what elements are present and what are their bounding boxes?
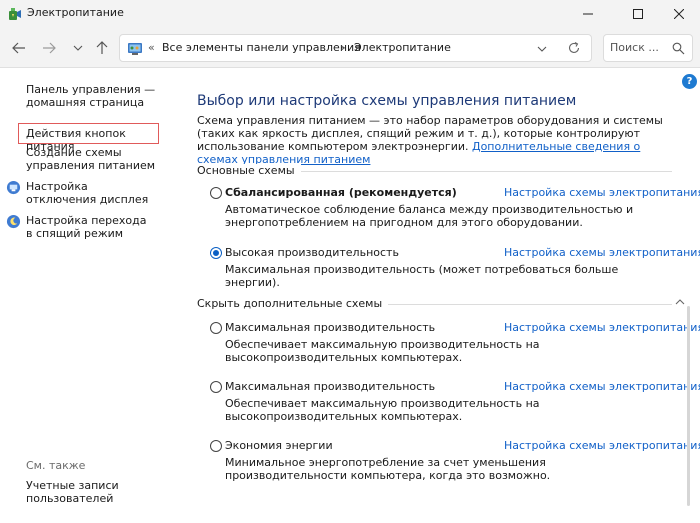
close-button[interactable] (656, 0, 700, 28)
back-button[interactable] (10, 39, 28, 57)
plan-description: Минимальное энергопотребление за счет ум… (225, 456, 551, 482)
group-hidden-label[interactable]: Скрыть дополнительные схемы (197, 297, 389, 310)
plan-description: Обеспечивает максимальную производительн… (225, 338, 540, 364)
plan-description: Обеспечивает максимальную производительн… (225, 397, 540, 423)
plan-description: Автоматическое соблюдение баланса между … (225, 203, 634, 229)
plan-name[interactable]: Максимальная производительность (225, 380, 435, 393)
window-title: Электропитание (27, 6, 124, 19)
search-placeholder: Поиск ... (610, 41, 659, 54)
breadcrumb-overflow[interactable]: « (148, 41, 155, 54)
chevron-up-icon[interactable] (673, 296, 687, 308)
plan-settings-link[interactable]: Настройка схемы электропитания (504, 439, 700, 452)
up-button[interactable] (93, 39, 111, 57)
vertical-scrollbar[interactable] (687, 306, 690, 506)
plan-settings-link[interactable]: Настройка схемы электропитания (504, 246, 700, 259)
plan-name[interactable]: Максимальная производительность (225, 321, 435, 334)
plan-settings-link[interactable]: Настройка схемы электропитания (504, 186, 700, 199)
group-header-main: Основные схемы (197, 164, 672, 178)
sidebar-user-accounts-link[interactable]: Учетные записи пользователей (26, 479, 136, 505)
plan-name[interactable]: Экономия энергии (225, 439, 333, 452)
plan-radio-ultimate-1[interactable] (210, 322, 222, 334)
plan-radio-power-saver[interactable] (210, 440, 222, 452)
plan-description: Максимальная производительность (может п… (225, 263, 619, 289)
sidebar: Панель управления — домашняя страница Де… (0, 69, 178, 523)
forward-button[interactable] (40, 39, 58, 57)
sidebar-home-link[interactable]: Панель управления — домашняя страница (26, 83, 156, 109)
arrow-up-icon (96, 41, 108, 54)
maximize-icon (633, 9, 643, 19)
arrow-right-icon (43, 42, 56, 54)
close-icon (674, 9, 684, 19)
refresh-icon[interactable] (567, 41, 581, 55)
sidebar-sleep-link[interactable]: Настройка перехода в спящий режим (26, 214, 156, 240)
plan-name[interactable]: Сбалансированная (рекомендуется) (225, 186, 457, 199)
minimize-icon (583, 13, 593, 15)
plan-settings-link[interactable]: Настройка схемы электропитания (504, 321, 700, 334)
sidebar-display-off-link[interactable]: Настройка отключения дисплея (26, 180, 156, 206)
breadcrumb-power-options[interactable]: Электропитание (354, 41, 451, 54)
search-box[interactable]: Поиск ... (603, 34, 693, 62)
minimize-button[interactable] (565, 0, 611, 28)
breadcrumb-separator[interactable]: › (341, 41, 345, 54)
shield-icon (6, 180, 21, 195)
arrow-left-icon (12, 42, 25, 54)
chevron-down-icon[interactable] (536, 43, 548, 55)
power-options-icon (9, 8, 21, 20)
plan-radio-balanced[interactable] (210, 187, 222, 199)
plan-settings-link[interactable]: Настройка схемы электропитания (504, 380, 700, 393)
plan-name[interactable]: Высокая производительность (225, 246, 399, 259)
address-bar[interactable]: « Все элементы панели управления › Элект… (119, 34, 592, 62)
plan-radio-high-performance[interactable] (210, 247, 222, 259)
sleep-settings-icon (6, 214, 21, 229)
sidebar-create-plan-link[interactable]: Создание схемы управления питанием (26, 146, 171, 172)
group-main-label: Основные схемы (197, 164, 301, 177)
see-also-label: См. также (26, 459, 86, 472)
breadcrumb-all-control-panel-items[interactable]: Все элементы панели управления (162, 41, 361, 54)
page-title: Выбор или настройка схемы управления пит… (197, 93, 577, 109)
plan-radio-ultimate-2[interactable] (210, 381, 222, 393)
search-icon (672, 42, 685, 55)
chevron-down-icon (73, 45, 83, 51)
group-header-hidden[interactable]: Скрыть дополнительные схемы (197, 297, 672, 311)
title-bar: Электропитание (0, 0, 700, 28)
help-icon[interactable]: ? (682, 74, 697, 89)
maximize-button[interactable] (615, 0, 661, 28)
control-panel-icon (128, 43, 142, 55)
navigation-bar: « Все элементы панели управления › Элект… (0, 28, 700, 68)
recent-locations-button[interactable] (69, 39, 87, 57)
intro-paragraph: Схема управления питанием — это набор па… (197, 114, 672, 166)
